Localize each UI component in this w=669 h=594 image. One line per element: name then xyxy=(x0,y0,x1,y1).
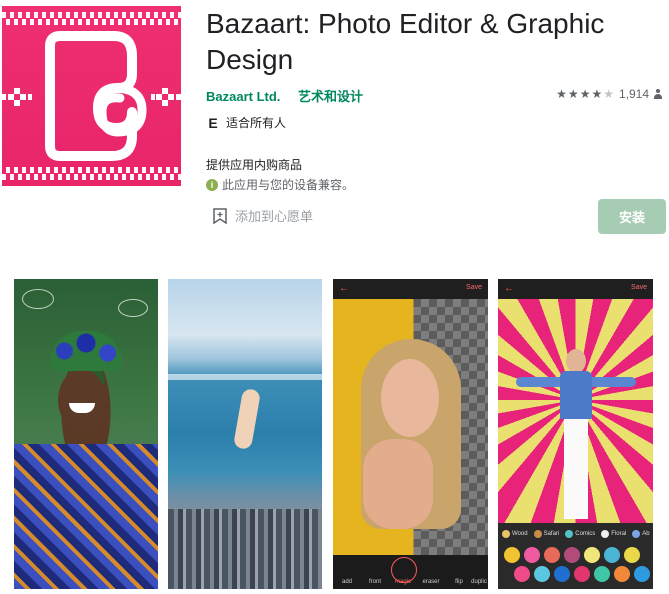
editor-topbar: ← Save xyxy=(333,279,488,299)
screenshot-3[interactable]: ← Save add front magic eraser flip dupli… xyxy=(333,279,488,589)
sunburst-background xyxy=(498,299,653,523)
tool-duplicate: duplic xyxy=(471,579,487,585)
tool-add: add xyxy=(341,579,352,585)
in-app-purchases: 提供应用内购商品 xyxy=(206,158,303,172)
decor-leaf xyxy=(118,299,148,317)
city-skyline xyxy=(168,509,322,589)
editor-canvas xyxy=(333,299,488,555)
tool-eraser: eraser xyxy=(422,579,440,585)
back-arrow-icon: ← xyxy=(504,283,514,294)
editor-toolbar: add front magic eraser flip duplic xyxy=(333,555,488,589)
swatch xyxy=(564,547,580,563)
shirt xyxy=(14,444,158,589)
person xyxy=(516,349,636,519)
pants xyxy=(564,419,588,519)
swatch xyxy=(594,566,610,582)
esrb-everyone-icon: E xyxy=(208,114,218,131)
swatch xyxy=(554,566,570,582)
swatch xyxy=(534,566,550,582)
install-button[interactable]: 安装 xyxy=(598,199,666,234)
hand xyxy=(363,439,433,529)
swatch xyxy=(584,547,600,563)
category-link[interactable]: 艺术和设计 xyxy=(298,89,363,104)
tool-front: front xyxy=(368,579,381,585)
save-label: Save xyxy=(466,284,482,291)
content-rating-label: 适合所有人 xyxy=(226,116,287,130)
developer-link[interactable]: Bazaart Ltd. xyxy=(206,89,280,104)
wishlist-button[interactable]: 添加到心愿单 xyxy=(213,206,313,225)
face xyxy=(381,359,439,437)
save-label: Save xyxy=(631,284,647,291)
decor-leaf xyxy=(22,289,54,309)
swatch xyxy=(514,566,530,582)
background-categories: Wood Safari Comics Floral Ab xyxy=(498,527,653,541)
category-safari: Safari xyxy=(533,530,559,538)
swatch xyxy=(614,566,630,582)
swatch xyxy=(604,547,620,563)
screenshot-4[interactable]: ← Save Wood Safari Comics Floral Ab xyxy=(498,279,653,589)
rating-count: 1,914 xyxy=(618,87,649,101)
tool-magic: magic xyxy=(394,579,411,585)
swatch-grid xyxy=(500,545,651,585)
swimmer xyxy=(232,387,262,451)
app-icon xyxy=(2,6,181,186)
editor-topbar: ← Save xyxy=(498,279,653,299)
info-icon: i xyxy=(206,178,218,191)
user-icon xyxy=(653,89,663,99)
swatch xyxy=(634,566,650,582)
bookmark-plus-icon xyxy=(213,207,227,224)
head xyxy=(566,349,586,373)
back-arrow-icon: ← xyxy=(339,283,349,294)
category-wood: Wood xyxy=(502,530,528,538)
bazaart-logo-icon xyxy=(2,31,181,161)
sweater xyxy=(560,371,592,419)
compatibility-text: 此应用与您的设备兼容。 xyxy=(222,178,355,192)
meta-row: Bazaart Ltd. 艺术和设计 xyxy=(206,86,363,105)
swatch xyxy=(624,547,640,563)
swatch xyxy=(574,566,590,582)
category-floral: Floral xyxy=(601,530,626,538)
wishlist-label: 添加到心愿单 xyxy=(235,209,314,224)
swatch xyxy=(524,547,540,563)
app-title: Bazaart: Photo Editor & Graphic Design xyxy=(206,8,605,75)
face xyxy=(58,369,106,431)
flower-crown xyxy=(50,331,122,371)
rating: ★★★★★ 1,914 xyxy=(556,87,663,101)
content-rating: E 适合所有人 xyxy=(206,114,286,131)
swatch xyxy=(504,547,520,563)
category-comics: Comics xyxy=(565,530,595,538)
swatch xyxy=(544,547,560,563)
category-abstract: Ab xyxy=(632,530,650,538)
star-icon: ★★★★★ xyxy=(556,87,615,101)
compatibility: i 此应用与您的设备兼容。 xyxy=(206,176,354,193)
water-surface xyxy=(168,374,322,380)
screenshot-1[interactable] xyxy=(14,279,158,589)
screenshot-2[interactable] xyxy=(168,279,322,589)
